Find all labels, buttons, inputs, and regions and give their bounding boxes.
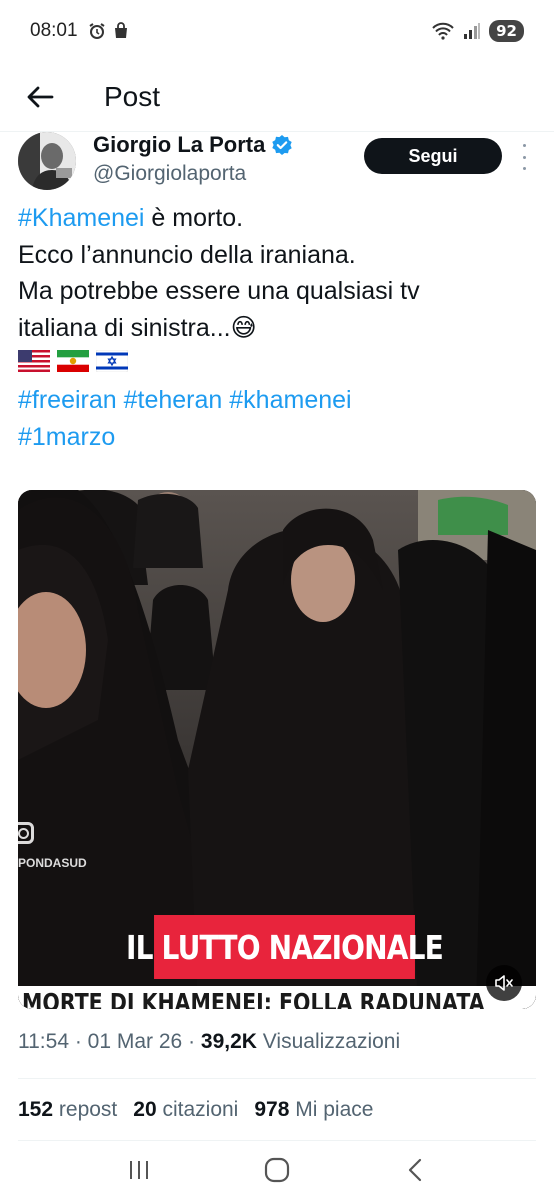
signal-icon xyxy=(464,23,481,39)
battery-indicator: 92 xyxy=(489,20,524,42)
status-icons xyxy=(88,22,130,40)
verified-badge-icon xyxy=(272,135,293,155)
reposts-label: repost xyxy=(58,1098,118,1121)
status-time: 08:01 xyxy=(30,20,78,41)
meta-separator: · xyxy=(182,1030,201,1053)
hashtags-row-2: #1marzo xyxy=(18,419,538,456)
wifi-icon xyxy=(432,22,454,40)
post-text-segment: italiana di sinistra... xyxy=(18,313,231,342)
quotes-stat[interactable]: 20 citazioni xyxy=(133,1098,238,1122)
page-title: Post xyxy=(104,80,161,112)
post-text: #Khamenei è morto. Ecco l’annuncio della… xyxy=(18,200,538,455)
views-count: 39,2K xyxy=(200,1030,257,1053)
video-banner: IL LUTTO NAZIONALE xyxy=(126,915,444,979)
hashtag-link[interactable]: #khamenei xyxy=(229,386,351,414)
chevron-left-icon xyxy=(408,1158,422,1182)
status-right: 92 xyxy=(431,20,524,42)
dot-icon xyxy=(522,155,526,159)
post-video[interactable]: PONDASUD IL LUTTO NAZIONALE MORTE DI KHA… xyxy=(18,490,536,1009)
post-line-2: Ecco l’annuncio della iraniana. xyxy=(18,240,356,269)
post-line-3: Ma potrebbe essere una qualsiasi tv xyxy=(18,277,420,305)
post-line-4: italiana di sinistra...😅 xyxy=(18,310,538,347)
system-nav-bar xyxy=(0,1140,554,1200)
post-stats: 152 repost 20 citazioni 978 Mi piace xyxy=(18,1098,373,1122)
likes-label: Mi piace xyxy=(295,1098,374,1121)
alarm-icon xyxy=(88,23,105,39)
recent-apps-icon xyxy=(130,1161,148,1179)
us-flag-icon xyxy=(18,350,50,372)
iran-lion-sun-flag-icon xyxy=(56,350,89,372)
dot-icon xyxy=(522,167,526,170)
video-watermark: PONDASUD xyxy=(18,856,87,870)
reposts-count: 152 xyxy=(18,1098,54,1121)
hashtag-link[interactable]: #teheran xyxy=(124,386,223,414)
hashtag-link[interactable]: #Khamenei xyxy=(18,204,144,232)
video-subtitle-strip: MORTE DI KHAMENEI: FOLLA RADUNATA xyxy=(18,986,536,1009)
author-row: Giorgio La Porta @Giorgiolaporta Segui xyxy=(18,130,538,194)
dot-icon xyxy=(522,144,526,147)
mute-button[interactable] xyxy=(486,965,522,1001)
avatar[interactable] xyxy=(18,132,76,190)
post-meta: 11:54 · 01 Mar 26 · 39,2K Visualizzazion… xyxy=(18,1030,400,1054)
shopping-bag-icon xyxy=(114,22,127,38)
quotes-label: citazioni xyxy=(162,1098,239,1121)
likes-stat[interactable]: 978 Mi piace xyxy=(254,1098,373,1122)
divider xyxy=(18,1078,536,1079)
quotes-count: 20 xyxy=(133,1098,157,1121)
hashtags-row-1: #freeiran #teheran #khamenei xyxy=(18,382,538,419)
hashtag-link[interactable]: #freeiran xyxy=(18,386,117,414)
back-button[interactable] xyxy=(14,71,66,123)
author-name[interactable]: Giorgio La Porta xyxy=(93,132,293,158)
flag-emojis xyxy=(18,346,538,382)
views-label: Visualizzazioni xyxy=(256,1030,401,1053)
status-bar: 08:01 92 xyxy=(0,0,554,62)
instagram-icon xyxy=(18,822,34,844)
hashtag-link[interactable]: #1marzo xyxy=(18,423,115,451)
post-date: 01 Mar 26 xyxy=(87,1030,183,1053)
video-subtitle: MORTE DI KHAMENEI: FOLLA RADUNATA xyxy=(22,988,485,1009)
author-handle[interactable]: @Giorgiolaporta xyxy=(93,162,246,186)
post-text-segment: è morto. xyxy=(144,204,244,232)
post-line-1: #Khamenei è morto. xyxy=(18,200,538,237)
follow-button[interactable]: Segui xyxy=(364,138,502,174)
home-icon xyxy=(264,1157,290,1183)
arrow-left-icon xyxy=(27,86,54,107)
recent-apps-button[interactable] xyxy=(119,1150,159,1190)
reposts-stat[interactable]: 152 repost xyxy=(18,1098,117,1122)
volume-muted-icon xyxy=(495,975,513,991)
meta-separator: · xyxy=(69,1030,88,1053)
system-back-button[interactable] xyxy=(395,1150,435,1190)
israel-flag-icon xyxy=(95,349,129,373)
page-header: Post xyxy=(0,62,554,132)
author-name-text: Giorgio La Porta xyxy=(93,132,266,157)
home-button[interactable] xyxy=(257,1150,297,1190)
post-time: 11:54 xyxy=(18,1030,69,1053)
likes-count: 978 xyxy=(254,1098,290,1121)
sweat-smile-emoji: 😅 xyxy=(230,313,257,342)
avatar-photo xyxy=(18,132,76,190)
more-options-button[interactable] xyxy=(518,144,530,170)
